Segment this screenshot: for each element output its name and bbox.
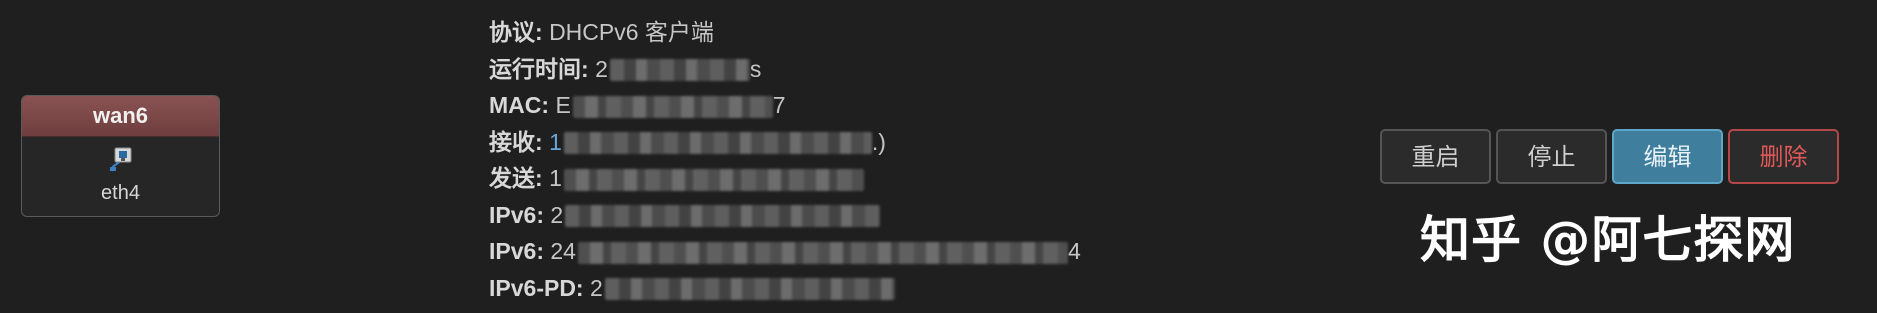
redacted-block [609, 59, 750, 82]
redacted-block [577, 241, 1068, 264]
detail-value: 2 [589, 274, 603, 301]
redacted-block [563, 168, 864, 191]
zhihu-watermark: 知乎 @阿七探网 [1420, 211, 1796, 269]
detail-tail: .) [871, 128, 886, 155]
interface-status-panel: wan6 eth4 协议: DHCPv6 客户端 运行时间: 2 s MAC: E… [0, 0, 1877, 313]
detail-value: 1 [549, 165, 562, 191]
interface-badge: wan6 eth4 [21, 95, 220, 217]
detail-value: E [555, 92, 571, 118]
detail-value: DHCPv6 客户端 [549, 19, 714, 45]
redacted-block [572, 95, 773, 118]
detail-row-uptime: 运行时间: 2 s [489, 51, 1081, 88]
redacted-block [563, 132, 872, 155]
delete-button[interactable]: 删除 [1728, 129, 1839, 184]
detail-row-ipv6: IPv6: 2 [489, 197, 1081, 234]
interface-device-name: eth4 [101, 182, 140, 204]
redacted-block [565, 205, 881, 228]
detail-label: IPv6: [489, 201, 544, 228]
detail-label: 接收: [489, 128, 543, 155]
detail-value: 2 [595, 55, 608, 82]
detail-label: MAC: [489, 92, 550, 118]
detail-label: 发送: [489, 165, 543, 191]
detail-label: IPv6-PD: [489, 274, 584, 301]
detail-tail: s [749, 55, 762, 82]
detail-tail: 4 [1067, 238, 1081, 264]
detail-row-mac: MAC: E 7 [489, 87, 1081, 124]
stop-button[interactable]: 停止 [1496, 129, 1607, 184]
detail-row-rx: 接收: 1.) [489, 124, 1081, 161]
redacted-block [604, 278, 895, 301]
detail-label: IPv6: [489, 238, 544, 264]
interface-name: wan6 [22, 96, 219, 137]
detail-value: 24 [550, 238, 576, 264]
edit-button[interactable]: 编辑 [1612, 129, 1723, 184]
detail-label: 协议: [489, 19, 543, 45]
restart-button[interactable]: 重启 [1380, 129, 1491, 184]
detail-tail: 7 [772, 92, 786, 118]
detail-row-protocol: 协议: DHCPv6 客户端 [489, 14, 1081, 51]
interface-details: 协议: DHCPv6 客户端 运行时间: 2s MAC: E7 接收: 1.) … [489, 14, 1081, 306]
detail-row-tx: 发送: 1 [489, 160, 1081, 197]
detail-value: 1 [549, 128, 562, 155]
detail-value: 2 [550, 201, 564, 228]
ethernet-port-icon [107, 145, 135, 173]
detail-label: 运行时间: [489, 55, 589, 82]
interface-device-block: eth4 [22, 137, 219, 205]
detail-row-ipv6: IPv6: 24 4 [489, 233, 1081, 270]
detail-row-ipv6-pd: IPv6-PD: 2 [489, 270, 1081, 307]
